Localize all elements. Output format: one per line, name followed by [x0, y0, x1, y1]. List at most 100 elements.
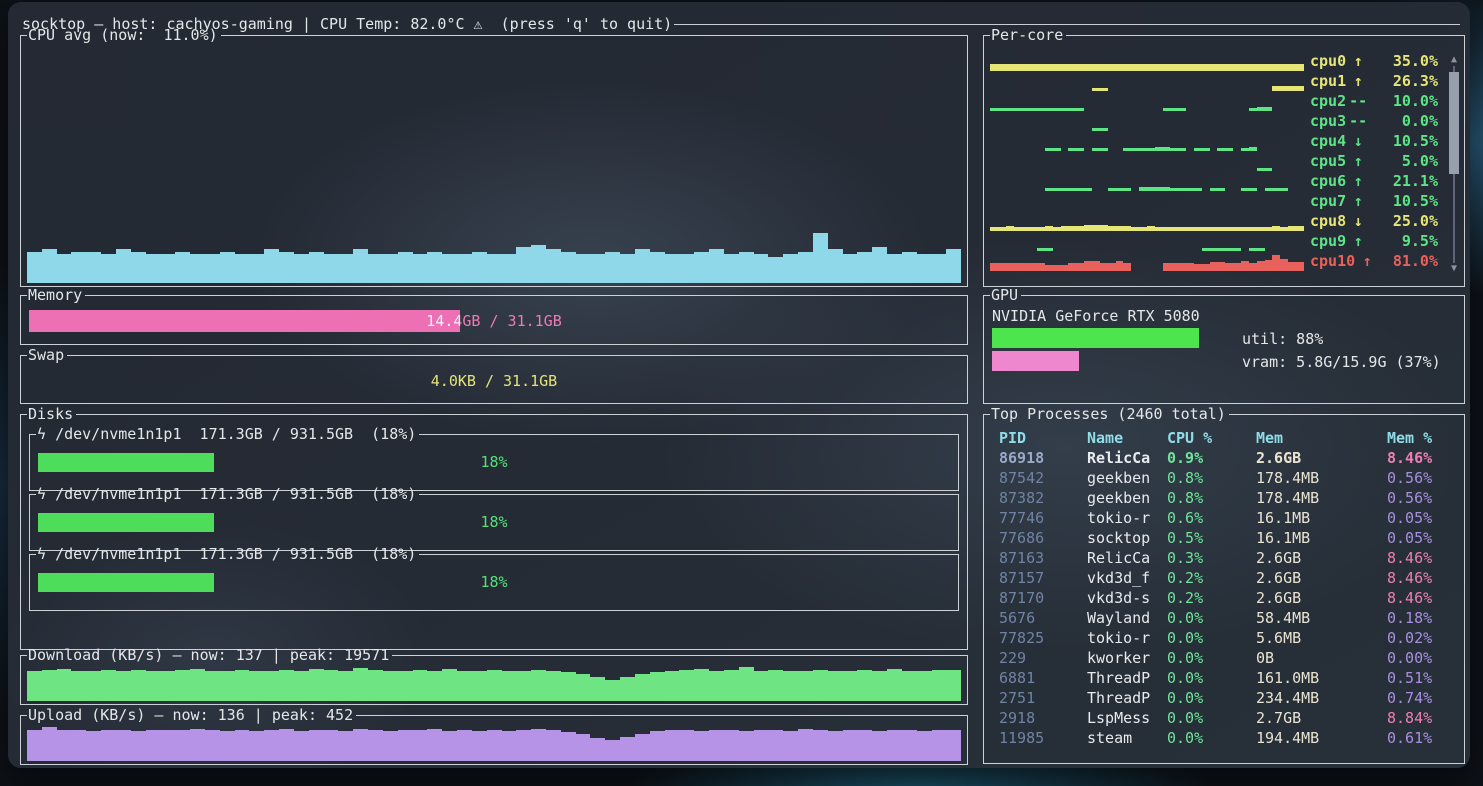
spark-bar [1288, 262, 1296, 271]
core-row: cpu0↑35.0% [990, 51, 1438, 71]
spark-bar [561, 732, 576, 761]
spark-bar [398, 671, 413, 701]
spark-bar [487, 670, 502, 701]
per-core-scrollbar[interactable]: ▲ ▼ [1447, 50, 1461, 279]
upload-label: Upload (KB/s) — now: 136 | peak: 452 [27, 705, 356, 725]
scroll-down-icon[interactable]: ▼ [1447, 259, 1461, 279]
spark-bar [116, 671, 131, 701]
spark-bar [1108, 263, 1116, 271]
spark-bar [338, 671, 353, 701]
mem-cell: 5.6MB [1256, 628, 1301, 648]
spark-bar [1186, 64, 1194, 71]
spark-bar [990, 64, 998, 71]
spark-bar [353, 668, 368, 701]
spark-bar [71, 252, 86, 283]
spark-bar [605, 680, 620, 701]
process-row[interactable]: 87542geekben0.8%178.4MB0.56% [992, 468, 1456, 488]
process-row[interactable]: 87382geekben0.8%178.4MB0.56% [992, 488, 1456, 508]
core-value: 10.5% [1368, 191, 1438, 211]
spark-bar [86, 731, 101, 761]
spark-bar [1155, 64, 1163, 71]
cpu-pct-cell: 0.8% [1167, 468, 1203, 488]
spark-bar [1288, 64, 1296, 71]
spark-bar [1006, 64, 1014, 71]
spark-bar [146, 254, 161, 283]
gpu-vram-bar [992, 351, 1227, 371]
spark-bar [353, 729, 368, 761]
spark-bar [324, 670, 339, 701]
process-row[interactable]: 87163RelicCa0.3%2.6GB8.46% [992, 548, 1456, 568]
spark-bar [576, 734, 591, 761]
spark-bar [1021, 64, 1029, 71]
spark-bar [739, 252, 754, 283]
process-header-row: PIDNameCPU %MemMem % [992, 428, 1456, 448]
swap-usage-text: 4.0KB / 31.1GB [21, 371, 967, 391]
spark-bar [932, 670, 947, 701]
spark-bar [1139, 64, 1147, 71]
process-row[interactable]: 2751ThreadP0.0%234.4MB0.74% [992, 688, 1456, 708]
spark-bar [472, 731, 487, 761]
cpu-pct-cell: 0.3% [1167, 548, 1203, 568]
pid-cell: 87170 [999, 588, 1044, 608]
process-row[interactable]: 5676Wayland0.0%58.4MB0.18% [992, 608, 1456, 628]
cpu-pct-cell: 0.0% [1167, 648, 1203, 668]
spark-bar [294, 254, 309, 283]
process-table: PIDNameCPU %MemMem %86918RelicCa0.9%2.6G… [992, 428, 1456, 748]
spark-bar [783, 731, 798, 761]
process-row[interactable]: 87170vkd3d-s0.2%2.6GB8.46% [992, 588, 1456, 608]
spark-bar [650, 731, 665, 761]
spark-bar [457, 671, 472, 701]
process-row[interactable]: 2918LspMess0.0%2.7GB8.84% [992, 708, 1456, 728]
spark-bar [998, 64, 1006, 71]
process-row[interactable]: 77825tokio-r0.0%5.6MB0.02% [992, 628, 1456, 648]
spark-bar [1194, 64, 1202, 71]
spark-bar [413, 254, 428, 283]
process-row[interactable]: 11985steam0.0%194.4MB0.61% [992, 728, 1456, 748]
spark-bar [998, 263, 1006, 271]
spark-bar [220, 252, 235, 283]
spark-bar [1037, 263, 1045, 271]
cpu-pct-cell: 0.0% [1167, 628, 1203, 648]
scrollbar-thumb[interactable] [1449, 72, 1459, 174]
spark-bar [1147, 64, 1155, 71]
mem-cell: 2.6GB [1256, 588, 1301, 608]
cpu-pct-cell: 0.2% [1167, 568, 1203, 588]
pid-cell: 86918 [999, 448, 1044, 468]
spark-bar [146, 671, 161, 701]
mem-pct-cell: 0.05% [1387, 508, 1432, 528]
spark-bar [828, 731, 843, 761]
spark-bar [1061, 265, 1069, 271]
spark-bar [1100, 263, 1108, 271]
spark-bar [635, 249, 650, 283]
process-row[interactable]: 87157vkd3d_f0.2%2.6GB8.46% [992, 568, 1456, 588]
spark-bar [338, 254, 353, 283]
spark-bar [1296, 262, 1304, 271]
spark-bar [650, 252, 665, 283]
process-row[interactable]: 229kworker0.0%0B0.00% [992, 648, 1456, 668]
spark-bar [857, 730, 872, 761]
spark-bar [368, 670, 383, 701]
spark-bar [665, 254, 680, 283]
process-row[interactable]: 6881ThreadP0.0%161.0MB0.51% [992, 668, 1456, 688]
spark-bar [946, 249, 961, 283]
core-value: 10.0% [1368, 91, 1438, 111]
spark-bar [131, 670, 146, 701]
mem-pct-cell: 8.46% [1387, 548, 1432, 568]
process-row[interactable]: 77686socktop0.5%16.1MB0.05% [992, 528, 1456, 548]
spark-bar [1076, 64, 1084, 71]
mem-pct-cell: 0.56% [1387, 468, 1432, 488]
pid-cell: 5676 [999, 608, 1035, 628]
spark-bar [1116, 64, 1124, 71]
process-row[interactable]: 77746tokio-r0.6%16.1MB0.05% [992, 508, 1456, 528]
spark-bar [131, 731, 146, 761]
spark-bar [872, 247, 887, 283]
process-row[interactable]: 86918RelicCa0.9%2.6GB8.46% [992, 448, 1456, 468]
spark-bar [309, 252, 324, 283]
spark-bar [1233, 263, 1241, 271]
core-trend-icon: -- [1348, 91, 1368, 111]
disk-title: /dev/nvme1n1p1 171.3GB / 931.5GB (18%) [55, 425, 416, 443]
spark-bar [917, 731, 932, 761]
spark-bar [1265, 64, 1273, 71]
disk-usage-pct: 18% [30, 452, 958, 472]
cpu-pct-cell: 0.6% [1167, 508, 1203, 528]
